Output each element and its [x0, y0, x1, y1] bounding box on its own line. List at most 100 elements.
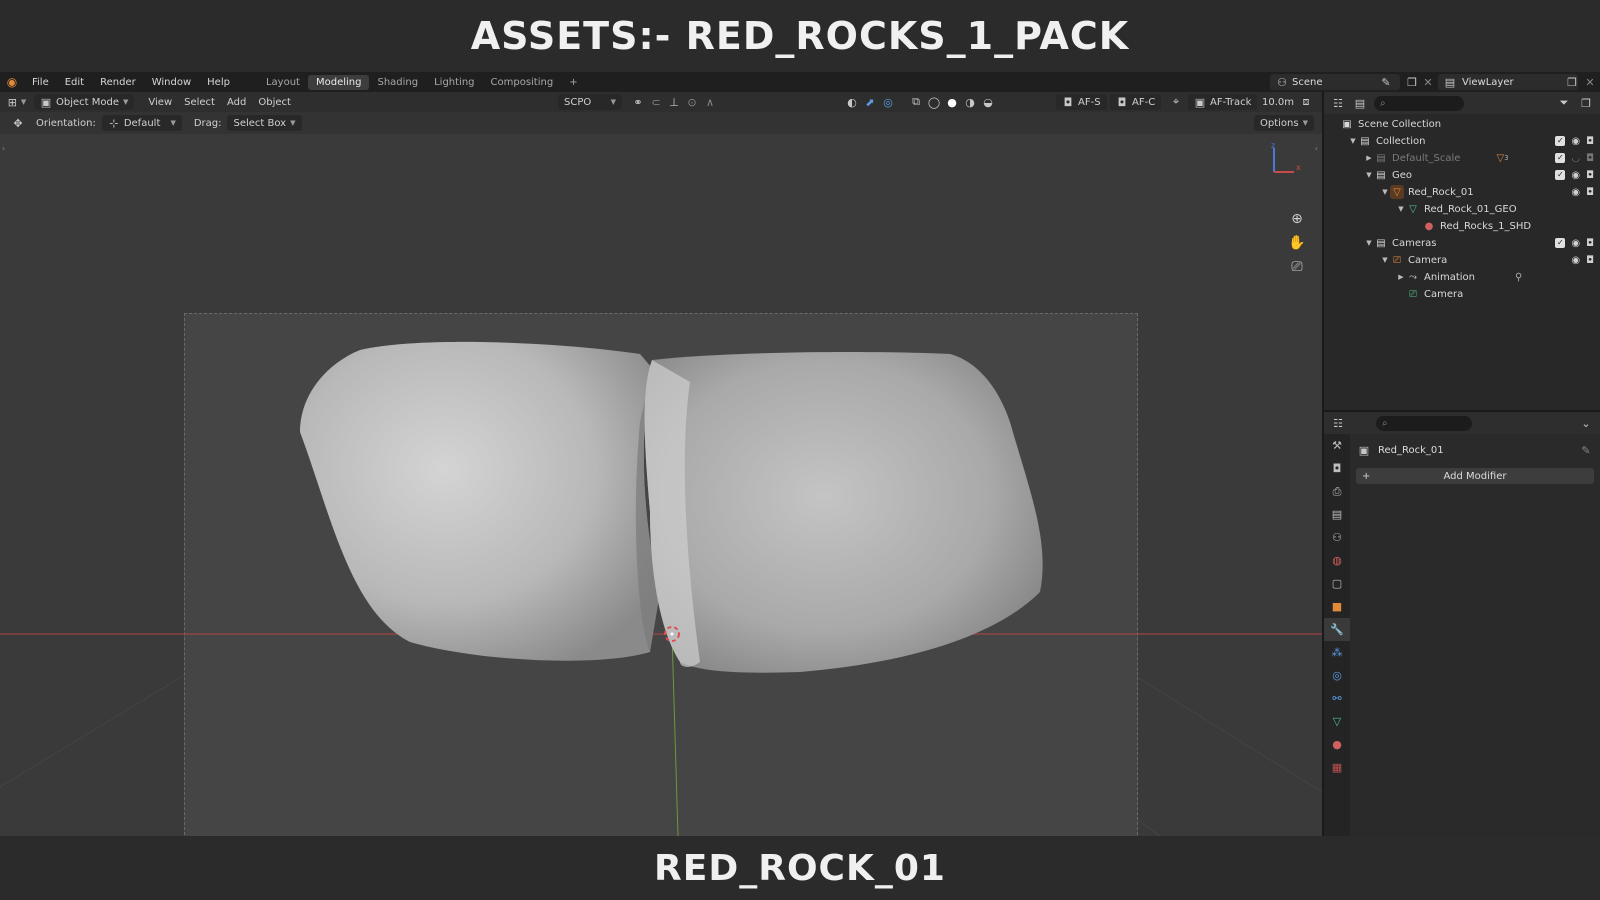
eye-icon[interactable]: ◉: [1571, 238, 1580, 249]
outliner-row-cameras[interactable]: ▼ ▤ Cameras ✓ ◉ ◘: [1324, 235, 1600, 251]
modifier-tab-icon[interactable]: 🔧: [1324, 618, 1350, 641]
output-tab-icon[interactable]: ⎙: [1324, 480, 1350, 503]
add-workspace-button[interactable]: +: [561, 75, 585, 90]
render-camera-icon[interactable]: ◘: [1586, 187, 1594, 198]
expand-arrow-icon[interactable]: ▶: [1396, 273, 1406, 281]
scene-selector[interactable]: ⚇ Scene ✎: [1270, 74, 1400, 90]
eye-closed-icon[interactable]: ◡: [1571, 153, 1580, 164]
tab-compositing[interactable]: Compositing: [483, 75, 562, 90]
outliner-row-red-rocks-1-shd[interactable]: ● Red_Rocks_1_SHD: [1324, 218, 1600, 234]
outliner-panel: ☷ ▤ ⌕ ⏷ ❐ ▣ Scene Collection ▼ ▤ Collect…: [1322, 92, 1600, 410]
physics-tab-icon[interactable]: ◎: [1324, 664, 1350, 687]
outliner-row-camera-data[interactable]: ⎚ Camera: [1324, 286, 1600, 302]
render-camera-icon[interactable]: ◘: [1586, 255, 1594, 266]
eye-icon[interactable]: ◉: [1571, 255, 1580, 266]
exclude-checkbox[interactable]: ✓: [1555, 152, 1566, 163]
zoom-icon[interactable]: ⊕: [1286, 208, 1308, 230]
render-camera-icon[interactable]: ◘: [1586, 153, 1594, 164]
delete-scene-icon[interactable]: ✕: [1420, 74, 1436, 90]
material-tab-icon[interactable]: ●: [1324, 733, 1350, 756]
outliner-header: ☷ ▤ ⌕ ⏷ ❐: [1324, 92, 1600, 114]
scene-tab-icon[interactable]: ⚇: [1324, 526, 1350, 549]
blender-logo-icon[interactable]: ◉: [0, 72, 24, 92]
render-tab-icon[interactable]: ◘: [1324, 457, 1350, 480]
sidebar-expand-icon[interactable]: ‹: [1315, 144, 1318, 153]
object-tab-icon[interactable]: ■: [1324, 595, 1350, 618]
outliner-row-animation[interactable]: ▶ ⤳ Animation ⚲: [1324, 269, 1600, 285]
object-name[interactable]: Red_Rock_01: [1378, 445, 1444, 456]
properties-editor-icon[interactable]: ☷: [1330, 415, 1346, 431]
display-mode-icon[interactable]: ▤: [1352, 95, 1368, 111]
collection-icon: ▤: [1360, 135, 1370, 147]
navigation-axis-gizmo[interactable]: z x: [1266, 142, 1306, 182]
scene-objects: [0, 341, 1322, 836]
delete-view-layer-icon[interactable]: ✕: [1582, 74, 1598, 90]
menu-render[interactable]: Render: [92, 77, 144, 88]
outliner-editor-icon[interactable]: ☷: [1330, 95, 1346, 111]
tab-layout[interactable]: Layout: [258, 75, 308, 90]
mesh-data-icon: ▽: [1409, 203, 1417, 215]
exclude-checkbox[interactable]: ✓: [1555, 135, 1566, 146]
tool-tab-icon[interactable]: ⚒: [1324, 434, 1350, 457]
menu-edit[interactable]: Edit: [57, 77, 92, 88]
texture-tab-icon[interactable]: ▦: [1324, 756, 1350, 779]
tab-modeling[interactable]: Modeling: [307, 74, 370, 90]
menu-window[interactable]: Window: [144, 77, 199, 88]
world-tab-icon[interactable]: ◍: [1324, 549, 1350, 572]
tab-lighting[interactable]: Lighting: [426, 75, 482, 90]
object-icon: ▣: [1358, 443, 1370, 457]
properties-options-icon[interactable]: ⌄: [1578, 415, 1594, 431]
expand-arrow-icon[interactable]: ▼: [1380, 188, 1390, 196]
menu-file[interactable]: File: [24, 77, 57, 88]
expand-arrow-icon[interactable]: ▼: [1348, 137, 1358, 145]
caption-banner: RED_ROCK_01: [0, 836, 1600, 900]
particles-tab-icon[interactable]: ⁂: [1324, 641, 1350, 664]
scene-collection-icon: ▣: [1342, 118, 1352, 130]
tab-shading[interactable]: Shading: [369, 75, 426, 90]
new-scene-icon[interactable]: ❐: [1404, 74, 1420, 90]
scene-name: Scene: [1292, 76, 1323, 88]
expand-arrow-icon[interactable]: ▼: [1396, 205, 1406, 213]
expand-arrow-icon[interactable]: ▼: [1364, 239, 1374, 247]
eye-icon[interactable]: ◉: [1571, 170, 1580, 181]
pan-hand-icon[interactable]: ✋: [1286, 232, 1308, 254]
outliner-row-red-rock-01-geo[interactable]: ▼ ▽ Red_Rock_01_GEO: [1324, 201, 1600, 217]
exclude-checkbox[interactable]: ✓: [1555, 237, 1566, 248]
expand-arrow-icon[interactable]: ▼: [1380, 256, 1390, 264]
data-tab-icon[interactable]: ▽: [1324, 710, 1350, 733]
new-view-layer-icon[interactable]: ❐: [1564, 74, 1580, 90]
eye-icon[interactable]: ◉: [1571, 187, 1580, 198]
camera-data-icon: ⎚: [1409, 288, 1417, 300]
outliner-row-collection[interactable]: ▼ ▤ Collection ✓ ◉ ◘: [1324, 133, 1600, 149]
expand-arrow-icon[interactable]: ▶: [1364, 154, 1374, 162]
outliner-row-scene-collection[interactable]: ▣ Scene Collection: [1324, 116, 1600, 132]
new-collection-icon[interactable]: ❐: [1578, 95, 1594, 111]
properties-search-input[interactable]: ⌕: [1376, 415, 1472, 431]
search-icon: ⌕: [1382, 417, 1388, 429]
outliner-row-camera-object[interactable]: ▼ ⎚ Camera ◉ ◘: [1324, 252, 1600, 268]
outliner-label: Collection: [1376, 135, 1426, 147]
toolbar-expand-icon[interactable]: ›: [2, 144, 5, 153]
render-camera-icon[interactable]: ◘: [1586, 170, 1594, 181]
3d-viewport[interactable]: ⊞ ▼ ▣ Object Mode ▼ View Select Add Objec…: [0, 92, 1322, 836]
collection-tab-icon[interactable]: ▢: [1324, 572, 1350, 595]
pin-icon[interactable]: ✎: [1578, 442, 1594, 458]
outliner-search-input[interactable]: ⌕: [1374, 95, 1464, 111]
render-camera-icon[interactable]: ◘: [1586, 136, 1594, 147]
view-layer-selector[interactable]: ▤ ViewLayer: [1438, 74, 1578, 90]
y-axis-line: [671, 633, 679, 836]
outliner-row-red-rock-01[interactable]: ▼ ▽ Red_Rock_01 ◉ ◘: [1324, 184, 1600, 200]
menu-help[interactable]: Help: [199, 77, 238, 88]
outliner-row-geo[interactable]: ▼ ▤ Geo ✓ ◉ ◘: [1324, 167, 1600, 183]
add-modifier-button[interactable]: + Add Modifier: [1356, 468, 1594, 484]
constraints-tab-icon[interactable]: ⚯: [1324, 687, 1350, 710]
outliner-row-default-scale[interactable]: ▶ ▤ Default_Scale ▽ 3 ✓ ◡ ◘: [1324, 150, 1600, 166]
pin-icon[interactable]: ✎: [1378, 74, 1394, 90]
render-camera-icon[interactable]: ◘: [1586, 238, 1594, 249]
exclude-checkbox[interactable]: ✓: [1555, 169, 1566, 180]
expand-arrow-icon[interactable]: ▼: [1364, 171, 1374, 179]
camera-toggle-icon[interactable]: ⎚: [1286, 256, 1308, 278]
view-layer-tab-icon[interactable]: ▤: [1324, 503, 1350, 526]
filter-icon[interactable]: ⏷: [1556, 95, 1572, 111]
eye-icon[interactable]: ◉: [1571, 136, 1580, 147]
